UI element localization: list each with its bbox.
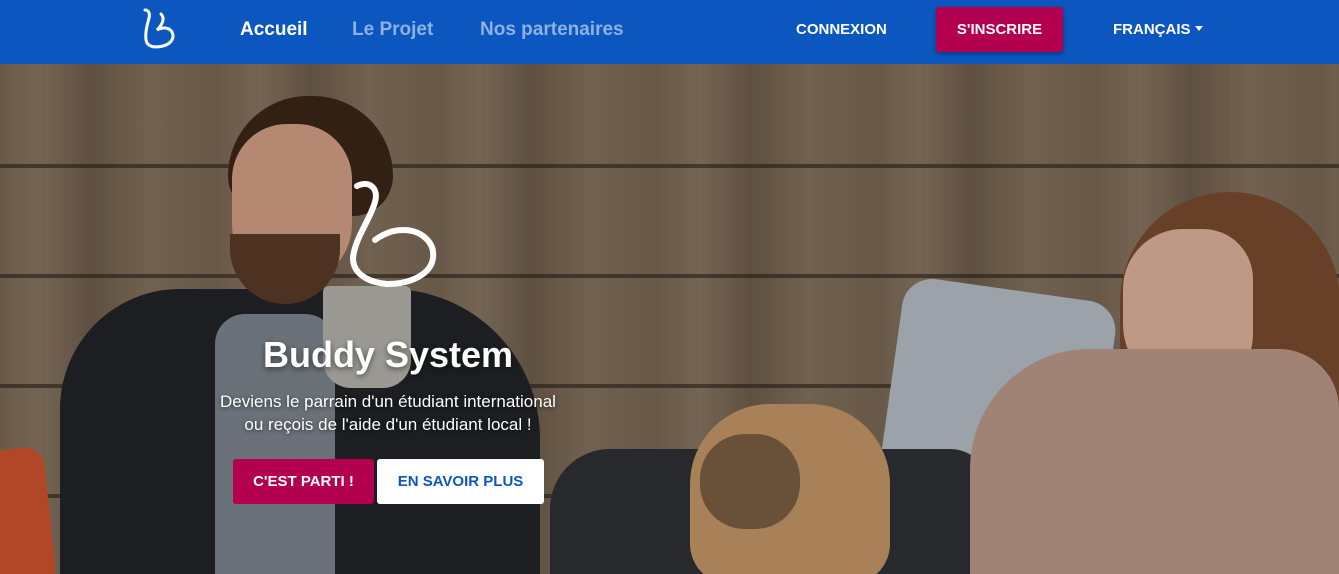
nav-link-le-projet[interactable]: Le Projet <box>352 19 433 41</box>
hero-subtitle-line-2: ou reçois de l'aide d'un étudiant local … <box>244 415 532 434</box>
hero-title: Buddy System <box>262 334 514 375</box>
login-link[interactable]: CONNEXION <box>796 21 887 38</box>
language-selector[interactable]: FRANÇAIS <box>1113 21 1203 38</box>
learn-more-button[interactable]: EN SAVOIR PLUS <box>377 459 544 504</box>
hero-subtitle-line-1: Deviens le parrain d'un étudiant interna… <box>220 392 556 411</box>
buddy-hero-logo-icon <box>349 181 437 288</box>
get-started-button[interactable]: C'EST PARTI ! <box>233 459 374 504</box>
caret-down-icon <box>1194 26 1203 31</box>
language-label: FRANÇAIS <box>1113 21 1191 38</box>
nav-link-accueil[interactable]: Accueil <box>240 19 308 41</box>
signup-button[interactable]: S'INSCRIRE <box>936 7 1063 52</box>
hero-overlay <box>0 64 1339 574</box>
hero-section: Buddy System Deviens le parrain d'un étu… <box>0 64 1339 574</box>
nav-link-nos-partenaires[interactable]: Nos partenaires <box>480 19 624 41</box>
hero-subtitle: Deviens le parrain d'un étudiant interna… <box>168 390 608 436</box>
buddy-logo-icon[interactable] <box>137 6 177 50</box>
navbar: Accueil Le Projet Nos partenaires CONNEX… <box>0 0 1339 64</box>
